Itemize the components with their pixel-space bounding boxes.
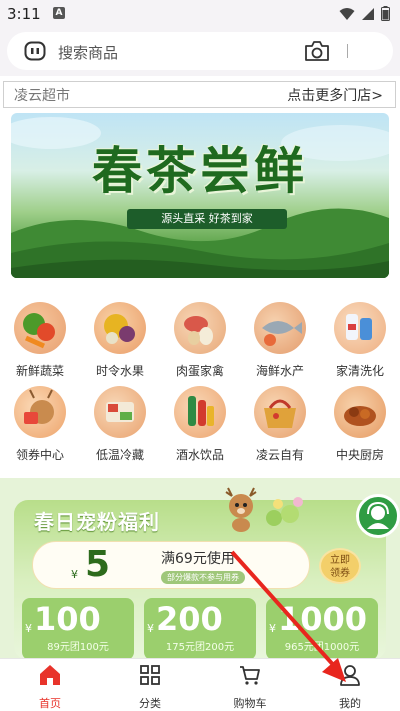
tab-label: 分类 (139, 697, 161, 710)
vegetables-icon (14, 302, 66, 354)
coupon-currency: ¥ (147, 622, 154, 635)
category-label: 肉蛋家禽 (175, 364, 224, 378)
category-label: 酒水饮品 (175, 448, 224, 462)
user-icon (340, 665, 360, 686)
coupon-100[interactable]: ¥ 100 89元团100元 (22, 598, 134, 660)
search-input[interactable]: 搜索商品 (7, 32, 393, 70)
category-meat-eggs[interactable]: 肉蛋家禽 (160, 302, 240, 379)
category-seafood[interactable]: 海鲜水产 (240, 302, 320, 379)
banner-title: 春茶尝鲜 (92, 141, 308, 200)
coupon-amount: 1000 (278, 600, 368, 638)
fruit-icon (94, 302, 146, 354)
notification-icon: A (53, 7, 65, 19)
promo-banner[interactable]: 春茶尝鲜 源头直采 好茶到家 (11, 113, 389, 278)
central-kitchen-icon (334, 386, 386, 438)
coupon-center-icon (14, 386, 66, 438)
category-label: 领券中心 (15, 448, 64, 462)
tab-home[interactable]: 首页 (10, 663, 90, 711)
category-vegetables[interactable]: 新鲜蔬菜 (0, 302, 80, 379)
category-chilled-food[interactable]: 低温冷藏 (80, 386, 160, 463)
coupon-amount: 100 (34, 600, 101, 638)
coupon-currency: ¥ (71, 568, 78, 581)
seafood-icon (254, 302, 306, 354)
category-central-kitchen[interactable]: 中央厨房 (320, 386, 400, 463)
category-label: 新鲜蔬菜 (15, 364, 64, 378)
chilled-food-icon (94, 386, 146, 438)
customer-service-button[interactable] (356, 494, 400, 538)
category-grid: 新鲜蔬菜 时令水果 肉蛋家禽 海鲜水产 家清洗化 领券中心 低温冷藏 酒水饮品 … (0, 296, 400, 471)
tab-mine[interactable]: 我的 (310, 663, 390, 711)
own-brand-icon (254, 386, 306, 438)
main-coupon[interactable]: ¥ 5 满69元使用 部分爆款不参与用券 (32, 541, 310, 589)
banner-subtitle: 源头直采 好茶到家 (127, 209, 287, 229)
camera-icon[interactable] (304, 40, 330, 62)
battery-icon (381, 6, 390, 21)
category-label: 低温冷藏 (95, 448, 144, 462)
tab-label: 我的 (339, 697, 361, 710)
coupon-200[interactable]: ¥ 200 175元团200元 (144, 598, 256, 660)
category-label: 凌云自有 (255, 448, 304, 462)
coupon-amount: 5 (85, 544, 111, 585)
signal-icon (362, 7, 374, 20)
tab-label: 首页 (39, 697, 61, 710)
household-cleaning-icon (334, 302, 386, 354)
tab-cart[interactable]: 购物车 (210, 663, 290, 711)
category-drinks[interactable]: 酒水饮品 (160, 386, 240, 463)
claim-label-line2: 领券 (330, 568, 350, 579)
more-stores-link[interactable]: 点击更多门店> (287, 85, 383, 105)
tab-label: 购物车 (233, 697, 267, 710)
coupon-note: 部分爆款不参与用券 (161, 571, 245, 584)
bottom-tab-bar: 首页 分类 购物车 我的 (0, 658, 400, 711)
claim-coupon-button[interactable]: 立即 领券 (319, 548, 361, 584)
coupon-condition: 满69元使用 (161, 551, 235, 567)
home-icon (40, 665, 60, 685)
coupon-condition: 175元团200元 (165, 642, 235, 653)
search-placeholder: 搜索商品 (58, 44, 119, 62)
meat-eggs-icon (174, 302, 226, 354)
drinks-icon (174, 386, 226, 438)
promo-title: 春日宠粉福利 (34, 510, 160, 534)
search-divider (347, 44, 348, 58)
coupon-currency: ¥ (269, 622, 276, 635)
customer-service-icon (367, 501, 389, 529)
coupon-condition: 89元团100元 (47, 642, 109, 653)
status-bar: 3:11 A (0, 0, 400, 28)
scan-icon[interactable] (24, 41, 46, 61)
category-label: 海鲜水产 (255, 364, 304, 378)
category-own-brand[interactable]: 凌云自有 (240, 386, 320, 463)
claim-label-line1: 立即 (330, 555, 350, 566)
deer-mascot-icon (225, 487, 257, 532)
tab-category[interactable]: 分类 (110, 663, 190, 711)
category-coupon-center[interactable]: 领券中心 (0, 386, 80, 463)
store-name: 凌云超市 (14, 88, 70, 104)
category-label: 中央厨房 (335, 448, 384, 462)
coupon-1000[interactable]: ¥ 1000 965元团1000元 (266, 598, 378, 660)
search-area: 搜索商品 (0, 28, 400, 76)
store-selector[interactable]: 凌云超市 点击更多门店> (3, 81, 396, 108)
wifi-icon (339, 7, 355, 20)
flowers-decoration-icon (266, 497, 303, 526)
category-label: 时令水果 (95, 364, 144, 378)
cart-icon (240, 666, 260, 685)
promo-card[interactable]: 春日宠粉福利 ¥ 5 满69元使用 部分爆款不参与用券 立即 领券 ¥ 100 … (14, 500, 386, 660)
category-fruit[interactable]: 时令水果 (80, 302, 160, 379)
status-time: 3:11 (7, 5, 41, 23)
coupon-amount: 200 (156, 600, 223, 638)
grid-icon (140, 665, 160, 685)
category-label: 家清洗化 (335, 364, 384, 378)
coupon-condition: 965元团1000元 (284, 642, 360, 653)
coupon-currency: ¥ (25, 622, 32, 635)
category-household-cleaning[interactable]: 家清洗化 (320, 302, 400, 379)
